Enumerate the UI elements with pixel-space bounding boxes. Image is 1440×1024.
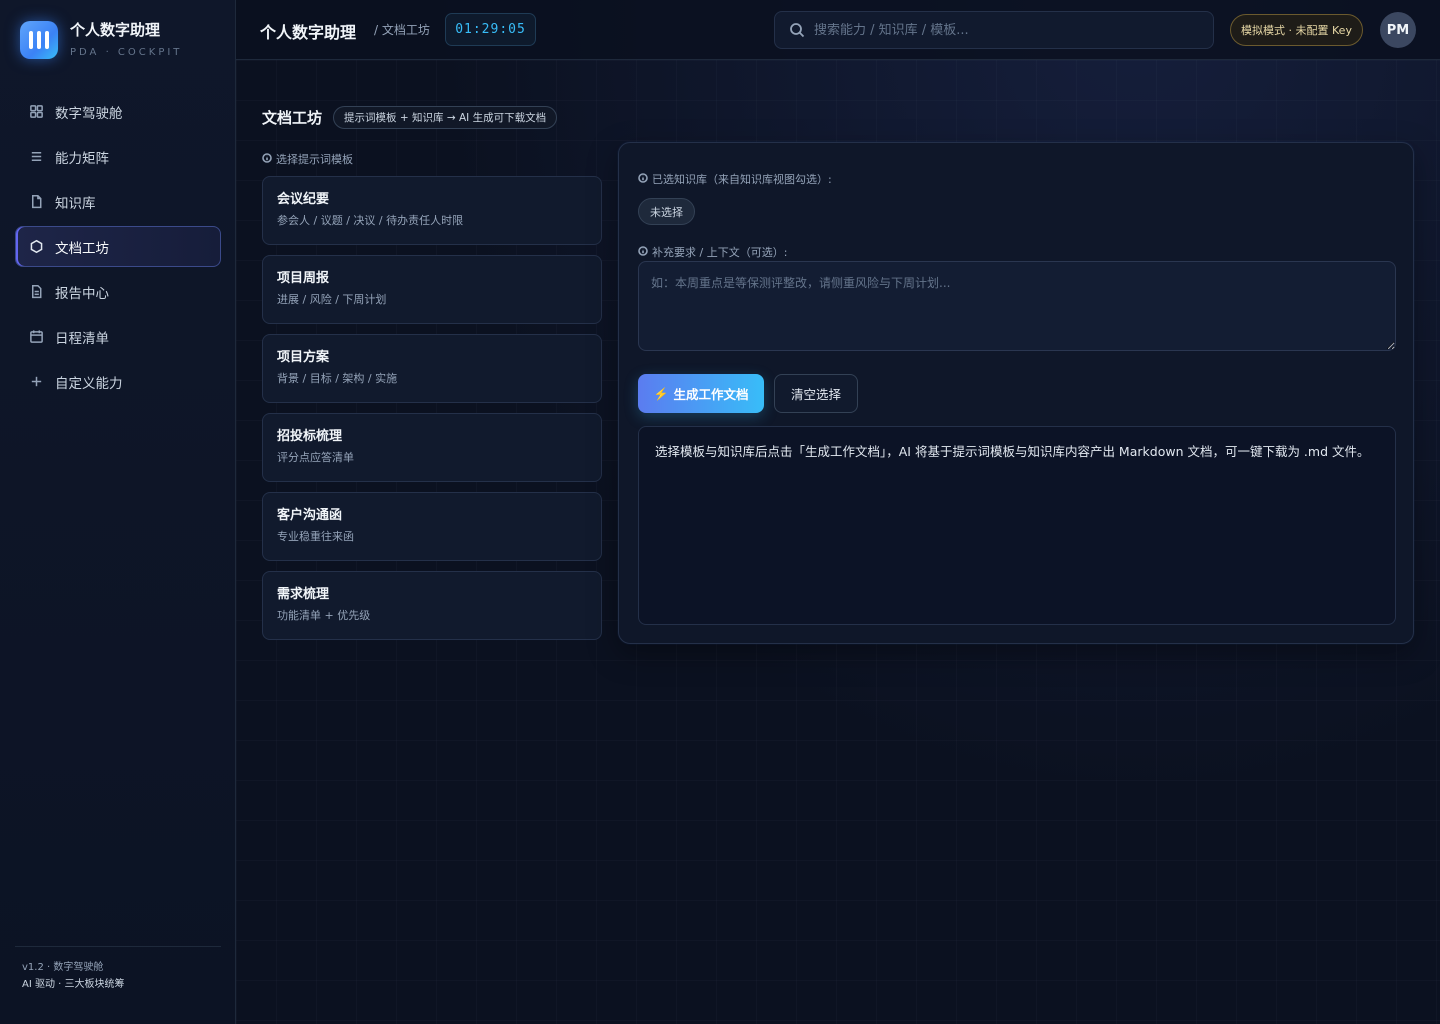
template-card-meeting-minutes[interactable]: 会议纪要 参会人 / 议题 / 决议 / 待办责任人时限 [262,176,602,245]
topbar: 个人数字助理 / 文档工坊 01:29:05 模拟模式 · 未配置 Key PM [236,0,1440,60]
lightning-icon: ⚡ [653,386,669,401]
plus-icon [28,374,44,390]
breadcrumb: / 文档工坊 [374,23,430,37]
knowledge-base-chip[interactable]: 未选择 [638,198,695,225]
sidebar-item-report-center[interactable]: 报告中心 [15,271,221,312]
template-desc: 功能清单 + 优先级 [277,609,371,622]
clock-display: 01:29:05 [445,13,536,46]
sidebar-item-schedule[interactable]: 日程清单 [15,316,221,357]
knowledge-base-label-text: 已选知识库（来自知识库视图勾选）: [652,173,832,186]
template-card-requirements[interactable]: 需求梳理 功能清单 + 优先级 [262,571,602,640]
sidebar-item-label: 数字驾驶舱 [55,105,123,122]
info-circle-icon [262,152,276,166]
main-area: 个人数字助理 / 文档工坊 01:29:05 模拟模式 · 未配置 Key PM… [236,0,1440,1024]
sidebar-nav: 数字驾驶舱 能力矩阵 知识库 文档工坊 报告中心 日程清单 自定义能力 [15,91,221,406]
template-card-client-letter[interactable]: 客户沟通函 专业稳重往来函 [262,492,602,561]
template-name: 项目周报 [277,271,330,286]
generate-document-button[interactable]: ⚡ 生成工作文档 [638,374,764,413]
tagline-text: AI 驱动 · 三大板块统筹 [22,979,125,990]
mode-badge[interactable]: 模拟模式 · 未配置 Key [1230,14,1363,46]
brand[interactable]: 个人数字助理 PDA · COCKPIT [20,21,182,59]
template-section-label: 选择提示词模板 [262,151,353,167]
info-circle-icon [638,245,652,259]
context-textarea[interactable] [638,261,1396,351]
page-title: 文档工坊 [262,109,323,127]
generate-button-label: 生成工作文档 [673,388,749,402]
knowledge-base-label: 已选知识库（来自知识库视图勾选）: [638,171,832,187]
clear-selection-button[interactable]: 清空选择 [774,374,858,413]
template-desc: 进展 / 风险 / 下周计划 [277,293,387,306]
context-label: 补充要求 / 上下文（可选）: [638,244,787,260]
template-desc: 评分点应答清单 [277,451,354,464]
app-root: 个人数字助理 PDA · COCKPIT 数字驾驶舱 能力矩阵 知识库 文档工坊… [0,0,1440,1024]
sidebar: 个人数字助理 PDA · COCKPIT 数字驾驶舱 能力矩阵 知识库 文档工坊… [0,0,236,1024]
sidebar-item-label: 日程清单 [55,330,109,347]
template-list: 会议纪要 参会人 / 议题 / 决议 / 待办责任人时限 项目周报 进展 / 风… [262,176,602,650]
calendar-icon [28,329,44,345]
template-name: 招投标梳理 [277,429,343,444]
sidebar-item-label: 自定义能力 [55,375,123,392]
sidebar-item-doc-workshop[interactable]: 文档工坊 [15,226,221,267]
page-header-title: 个人数字助理 [260,23,357,42]
info-circle-icon [638,172,652,186]
template-name: 需求梳理 [277,587,330,602]
sidebar-item-label: 文档工坊 [55,240,109,257]
sidebar-item-cockpit[interactable]: 数字驾驶舱 [15,91,221,132]
file-icon [28,194,44,210]
sidebar-item-knowledge-base[interactable]: 知识库 [15,181,221,222]
sidebar-item-capability-matrix[interactable]: 能力矩阵 [15,136,221,177]
template-card-bidding[interactable]: 招投标梳理 评分点应答清单 [262,413,602,482]
generation-panel: 已选知识库（来自知识库视图勾选）: 未选择 补充要求 / 上下文（可选）: ⚡ … [618,142,1414,644]
sidebar-footer: v1.2 · 数字驾驶舱 AI 驱动 · 三大板块统筹 [15,946,221,992]
template-desc: 参会人 / 议题 / 决议 / 待办责任人时限 [277,214,464,227]
search-input[interactable] [814,22,1194,38]
template-name: 项目方案 [277,350,330,365]
search-icon [790,23,805,38]
sidebar-item-label: 报告中心 [55,285,109,302]
template-desc: 专业稳重往来函 [277,530,354,543]
context-label-text: 补充要求 / 上下文（可选）: [652,246,788,259]
grid-icon [28,104,44,120]
search-box[interactable] [774,11,1214,49]
hexagon-icon [28,239,44,255]
app-title: 个人数字助理 [70,21,161,39]
page-heading: 文档工坊 提示词模板 + 知识库 → AI 生成可下载文档 [262,106,558,129]
template-label-text: 选择提示词模板 [276,153,353,166]
template-card-weekly-report[interactable]: 项目周报 进展 / 风险 / 下周计划 [262,255,602,324]
list-icon [28,149,44,165]
output-area: 选择模板与知识库后点击「生成工作文档」，AI 将基于提示词模板与知识库内容产出 … [638,426,1396,625]
sidebar-item-label: 能力矩阵 [55,150,109,167]
template-name: 客户沟通函 [277,508,343,523]
app-subtitle: PDA · COCKPIT [70,47,183,58]
template-name: 会议纪要 [277,192,330,207]
app-logo-icon [20,21,58,59]
report-icon [28,284,44,300]
version-text: v1.2 · 数字驾驶舱 [22,962,104,973]
template-desc: 背景 / 目标 / 架构 / 实施 [277,372,398,385]
sidebar-item-label: 知识库 [55,195,96,212]
avatar[interactable]: PM [1380,12,1416,48]
page-description-pill: 提示词模板 + 知识库 → AI 生成可下载文档 [333,106,558,129]
template-card-project-plan[interactable]: 项目方案 背景 / 目标 / 架构 / 实施 [262,334,602,403]
sidebar-item-custom-capability[interactable]: 自定义能力 [15,361,221,402]
